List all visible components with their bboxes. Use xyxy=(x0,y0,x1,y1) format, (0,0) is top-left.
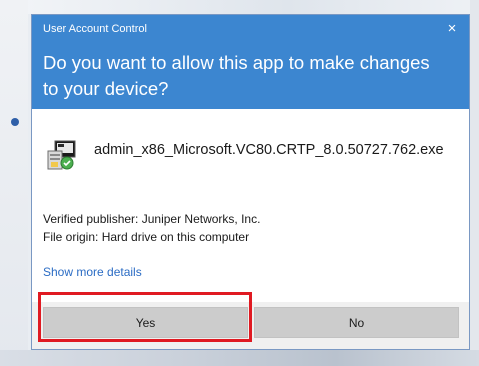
installer-app-icon xyxy=(46,139,78,171)
file-name: admin_x86_Microsoft.VC80.CRTP_8.0.50727.… xyxy=(94,142,444,158)
show-more-details-link[interactable]: Show more details xyxy=(43,265,142,279)
desktop-background-top xyxy=(0,0,479,14)
desktop-background-bottom xyxy=(0,350,479,366)
desktop-background-left xyxy=(0,0,28,366)
dialog-question: Do you want to allow this app to make ch… xyxy=(43,52,430,99)
window-title: User Account Control xyxy=(43,23,147,35)
yes-button[interactable]: Yes xyxy=(43,307,248,338)
file-origin: File origin: Hard drive on this computer xyxy=(43,230,250,244)
uac-dialog: User Account Control × Do you want to al… xyxy=(31,14,470,350)
no-button[interactable]: No xyxy=(254,307,459,338)
button-row: Yes No xyxy=(32,302,469,349)
verified-publisher: Verified publisher: Juniper Networks, In… xyxy=(43,212,261,226)
bullet-dot xyxy=(11,118,19,126)
close-button[interactable]: × xyxy=(443,19,461,37)
dialog-header: User Account Control × Do you want to al… xyxy=(32,15,469,109)
desktop-background-right xyxy=(470,0,479,366)
dialog-body: admin_x86_Microsoft.VC80.CRTP_8.0.50727.… xyxy=(32,109,469,349)
